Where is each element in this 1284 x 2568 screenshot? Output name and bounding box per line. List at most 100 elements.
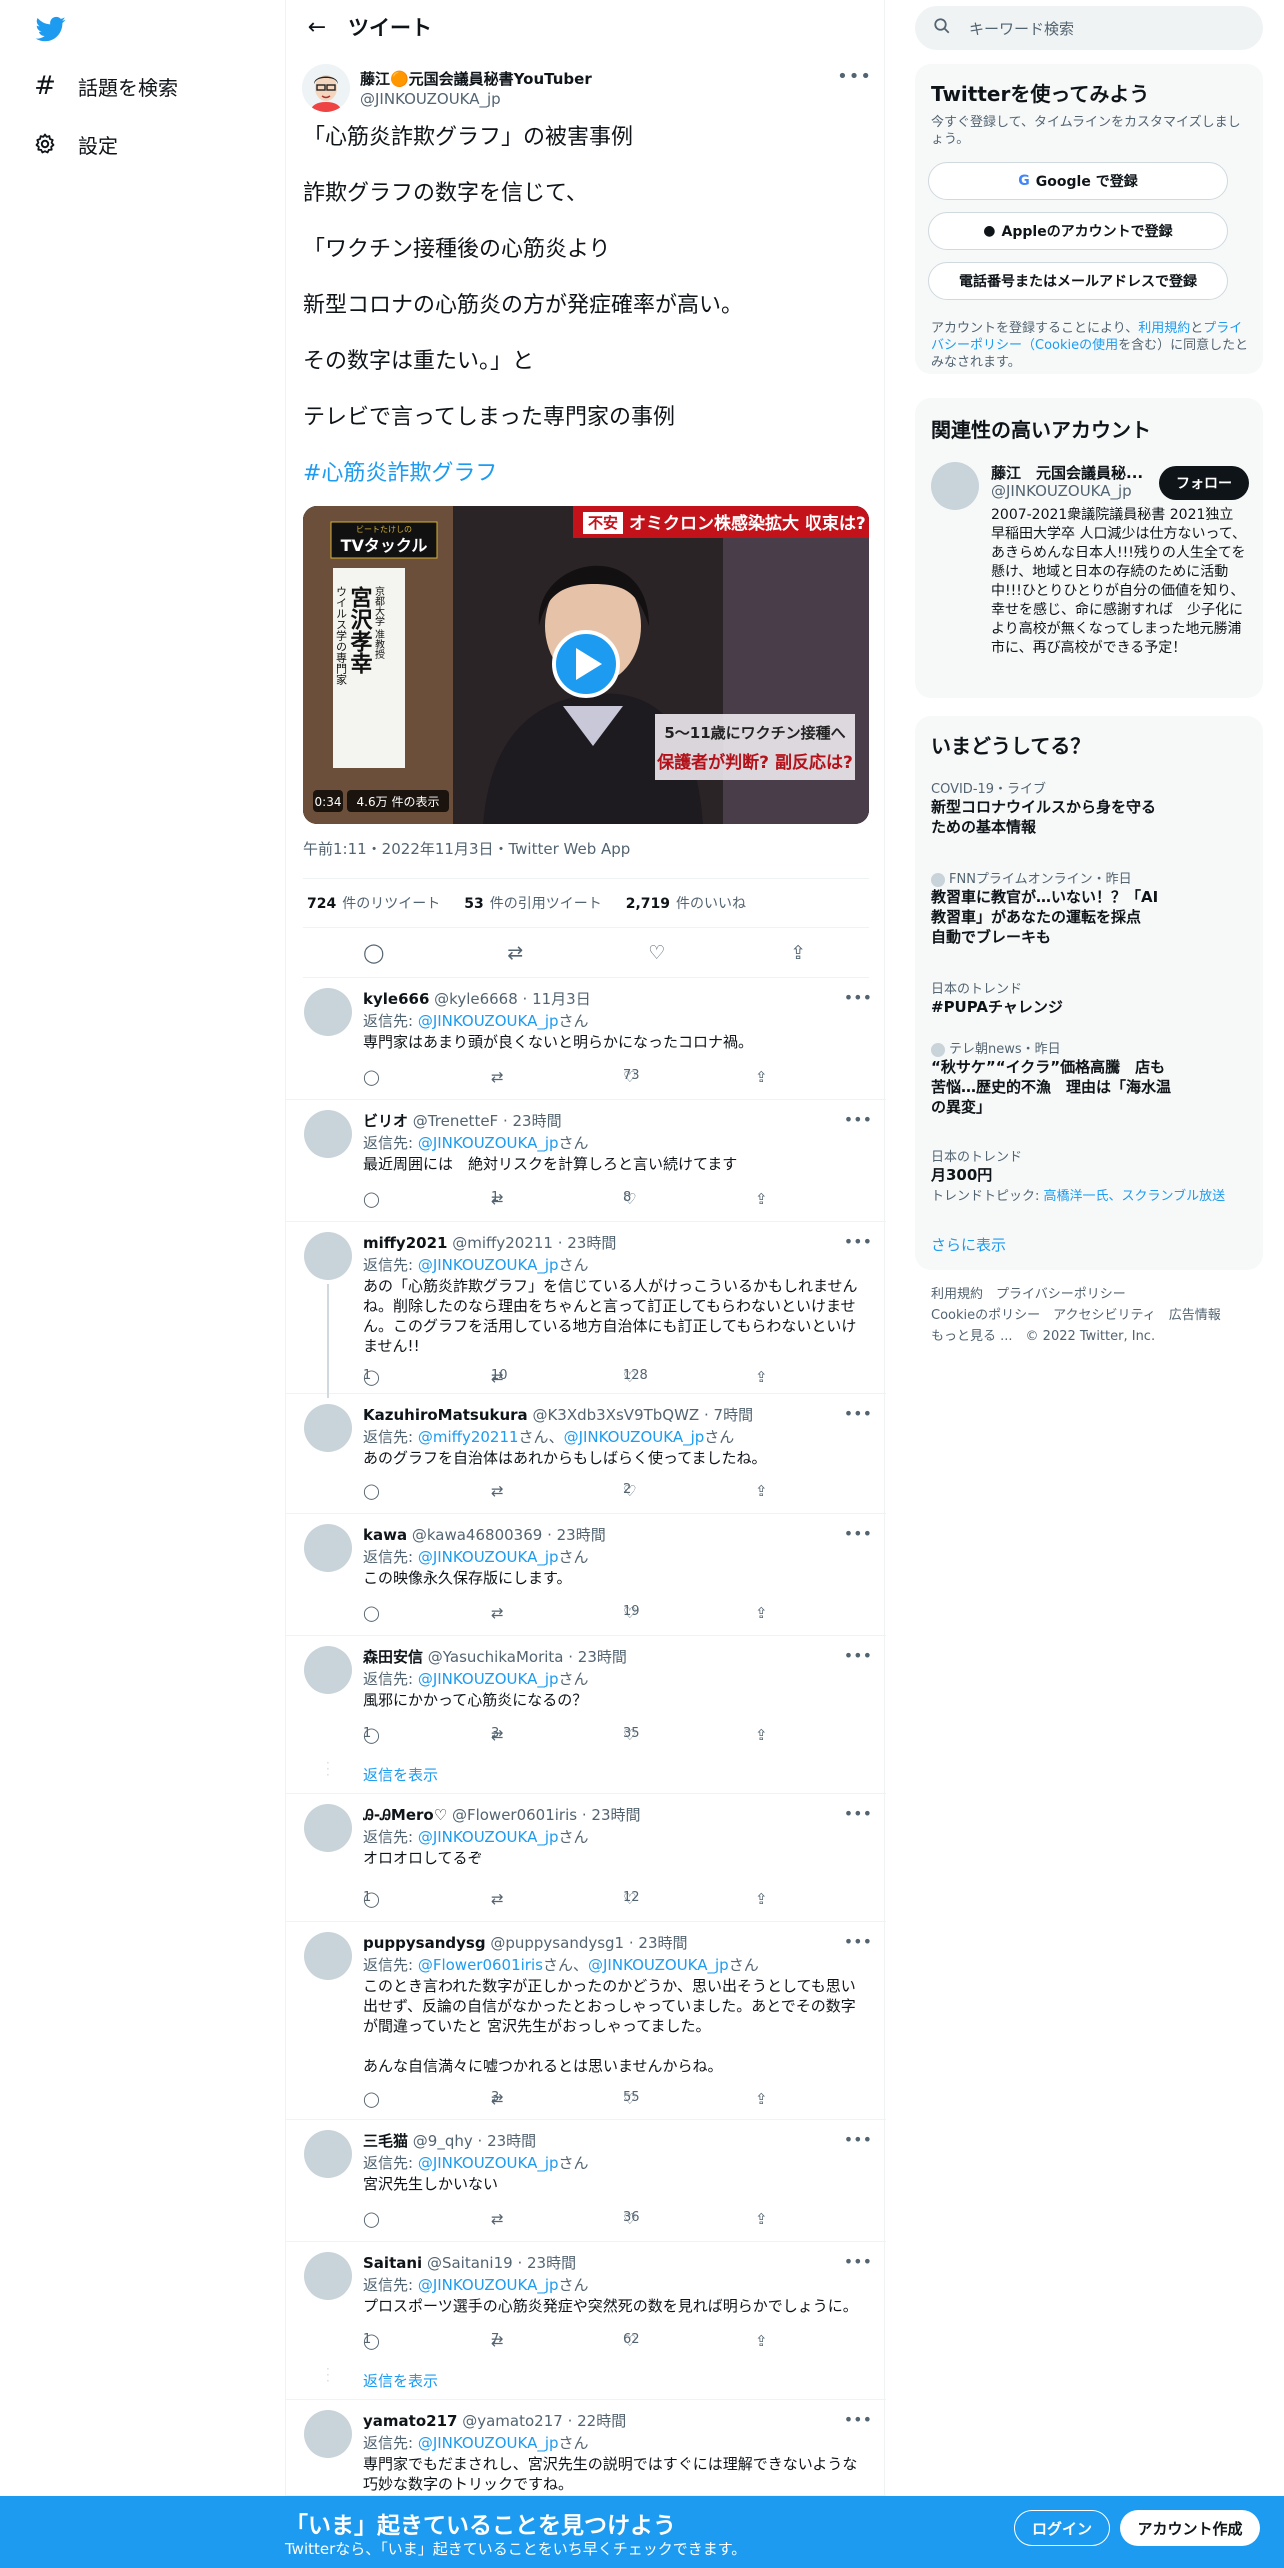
trend-item[interactable]: テレ朝news・昨日 “秋サケ”“イクラ”価格高騰 店も苦悩…歴史的不漁 理由は…: [931, 1038, 1241, 1117]
show-more-link[interactable]: さらに表示: [931, 1234, 1006, 1255]
share-icon[interactable]: ⇪: [781, 942, 815, 964]
reply-time[interactable]: 23時間: [567, 1234, 616, 1252]
retweet-icon[interactable]: ⇄: [498, 942, 532, 964]
signup-button[interactable]: アカウント作成: [1120, 2510, 1260, 2546]
reply-author-name[interactable]: puppysandysg: [363, 1934, 486, 1952]
quote-stat[interactable]: 53 件の引用ツイート: [464, 893, 601, 913]
avatar[interactable]: [304, 1646, 352, 1694]
related-handle[interactable]: @JINKOUZOUKA_jp: [991, 482, 1132, 500]
reply-time[interactable]: 23時間: [557, 1526, 606, 1544]
more-icon[interactable]: •••: [844, 2130, 872, 2149]
trend-sub-link[interactable]: 高橋洋一氏、スクランブル放送: [1044, 1189, 1226, 1204]
reply-tweet[interactable]: yamato217 @yamato217 · 22時間 ••• 返信先: @JINK…: [286, 2400, 886, 2496]
more-icon[interactable]: •••: [844, 1804, 872, 1823]
footer-link[interactable]: Cookieのポリシー: [931, 1308, 1040, 1323]
author-name[interactable]: 藤江🟠元国会議員秘書YouTuber: [360, 68, 592, 89]
reply-to-link[interactable]: @JINKOUZOUKA_jp: [418, 2434, 559, 2452]
reply-to-link[interactable]: @JINKOUZOUKA_jp: [418, 1012, 559, 1030]
avatar[interactable]: [304, 2130, 352, 2178]
reply-handle[interactable]: @puppysandysg1: [490, 1934, 624, 1952]
nav-settings[interactable]: 設定: [30, 118, 118, 170]
reply-time[interactable]: 7時間: [714, 1406, 754, 1424]
reply-tweet[interactable]: KazuhiroMatsukura @K3Xdb3XsV9TbQWZ · 7時間…: [286, 1394, 886, 1514]
more-icon[interactable]: •••: [844, 1404, 872, 1423]
avatar[interactable]: [304, 2410, 352, 2458]
avatar[interactable]: [304, 1524, 352, 1572]
reply-handle[interactable]: @miffy20211: [452, 1234, 553, 1252]
more-icon[interactable]: •••: [844, 2410, 872, 2429]
show-replies-link[interactable]: 返信を表示: [363, 1764, 438, 1785]
reply-handle[interactable]: @TrenetteF: [413, 1112, 498, 1130]
more-icon[interactable]: •••: [844, 1524, 872, 1543]
reply-tweet[interactable]: 三毛猫 @9_qhy · 23時間 ••• 返信先: @JINKOUZOUKA_jp…: [286, 2120, 886, 2242]
reply-to-link[interactable]: @JINKOUZOUKA_jp: [418, 1548, 559, 1566]
like-stat[interactable]: 2,719 件のいいね: [626, 893, 746, 913]
reply-time[interactable]: 23時間: [527, 2254, 576, 2272]
more-icon[interactable]: •••: [837, 66, 872, 87]
reply-tweet[interactable]: kawa @kawa46800369 · 23時間 ••• 返信先: @JINKOU…: [286, 1514, 886, 1636]
reply-handle[interactable]: @YasuchikaMorita: [428, 1648, 564, 1666]
reply-time[interactable]: 23時間: [638, 1934, 687, 1952]
reply-author-name[interactable]: kawa: [363, 1526, 407, 1544]
reply-time[interactable]: 23時間: [591, 1806, 640, 1824]
follow-button[interactable]: フォロー: [1159, 466, 1249, 500]
reply-author-name[interactable]: miffy2021: [363, 1234, 447, 1252]
footer-link[interactable]: 広告情報: [1169, 1308, 1221, 1323]
related-avatar[interactable]: [931, 462, 979, 510]
avatar[interactable]: [304, 1232, 352, 1280]
reply-handle[interactable]: @kyle6668: [434, 990, 518, 1008]
tweet-timestamp[interactable]: 午前1:11・2022年11月3日・Twitter Web App: [303, 838, 630, 859]
reply-tweet[interactable]: puppysandysg @puppysandysg1 · 23時間 ••• 返信先…: [286, 1922, 886, 2120]
reply-to-link[interactable]: @miffy20211: [418, 1428, 519, 1446]
reply-handle[interactable]: @kawa46800369: [412, 1526, 542, 1544]
trend-item[interactable]: FNNプライムオンライン・昨日 教習車に教官が…いない！？「AI教習車」があなた…: [931, 868, 1241, 947]
avatar[interactable]: [304, 1110, 352, 1158]
reply-author-name[interactable]: KazuhiroMatsukura: [363, 1406, 528, 1424]
more-icon[interactable]: •••: [844, 2252, 872, 2271]
twitter-logo-icon[interactable]: [34, 14, 68, 44]
search-input[interactable]: キーワード検索: [915, 6, 1263, 50]
avatar[interactable]: [304, 1404, 352, 1452]
related-name[interactable]: 藤江 元国会議員秘...: [991, 462, 1143, 483]
like-icon[interactable]: ♡: [640, 942, 674, 964]
footer-link[interactable]: アクセシビリティ: [1053, 1308, 1156, 1323]
google-signup-button[interactable]: G Google で登録: [928, 162, 1228, 200]
reply-to-link[interactable]: @JINKOUZOUKA_jp: [418, 2154, 559, 2172]
reply-tweet[interactable]: kyle666 @kyle6668 · 11月3日 ••• 返信先: @JINKOU…: [286, 978, 886, 1100]
footer-link[interactable]: 利用規約: [931, 1287, 983, 1302]
retweet-stat[interactable]: 724 件のリツイート: [307, 893, 440, 913]
reply-tweet[interactable]: miffy2021 @miffy20211 · 23時間 ••• 返信先: @JIN…: [286, 1222, 886, 1398]
cookie-link[interactable]: （Cookieの使用: [1022, 338, 1118, 353]
avatar[interactable]: [304, 1804, 352, 1852]
reply-author-name[interactable]: Saitani: [363, 2254, 422, 2272]
video-player[interactable]: 不安 オミクロン株感染拡大 収束は? ビートたけしの TVタックル 京都大学 准…: [303, 506, 869, 824]
apple-signup-button[interactable]: ● Appleのアカウントで登録: [928, 212, 1228, 250]
back-arrow-icon[interactable]: ←: [300, 10, 334, 44]
reply-time[interactable]: 23時間: [578, 1648, 627, 1666]
reply-tweet[interactable]: Saitani @Saitani19 · 23時間 ••• 返信先: @JINKOU…: [286, 2242, 886, 2400]
footer-link[interactable]: プライバシーポリシー: [996, 1287, 1126, 1302]
more-icon[interactable]: •••: [844, 1932, 872, 1951]
login-button[interactable]: ログイン: [1014, 2510, 1110, 2546]
footer-link[interactable]: もっと見る ...: [931, 1329, 1013, 1344]
avatar[interactable]: [304, 988, 352, 1036]
reply-to-link[interactable]: @JINKOUZOUKA_jp: [418, 1256, 559, 1274]
reply-handle[interactable]: @K3Xdb3XsV9TbQWZ: [532, 1406, 699, 1424]
more-icon[interactable]: •••: [844, 1232, 872, 1251]
terms-link[interactable]: 利用規約: [1138, 321, 1190, 336]
more-icon[interactable]: •••: [844, 988, 872, 1007]
reply-time[interactable]: 22時間: [577, 2412, 626, 2430]
trend-item[interactable]: 日本のトレンド 月300円 トレンドトピック: 高橋洋一氏、スクランブル放送: [931, 1146, 1241, 1204]
reply-author-name[interactable]: Ꭿ-ᎯMero♡: [363, 1806, 447, 1824]
reply-author-name[interactable]: ビリオ: [363, 1112, 408, 1130]
reply-to-link[interactable]: @JINKOUZOUKA_jp: [588, 1956, 729, 1974]
reply-icon[interactable]: ◯: [357, 942, 391, 964]
reply-author-name[interactable]: 森田安信: [363, 1648, 423, 1666]
reply-author-name[interactable]: kyle666: [363, 990, 429, 1008]
reply-handle[interactable]: @9_qhy: [413, 2132, 473, 2150]
reply-to-link[interactable]: @JINKOUZOUKA_jp: [418, 1828, 559, 1846]
reply-handle[interactable]: @yamato217: [462, 2412, 563, 2430]
nav-explore[interactable]: # 話題を検索: [30, 60, 178, 112]
show-replies-link[interactable]: 返信を表示: [363, 2370, 438, 2391]
reply-handle[interactable]: @Flower0601iris: [452, 1806, 577, 1824]
